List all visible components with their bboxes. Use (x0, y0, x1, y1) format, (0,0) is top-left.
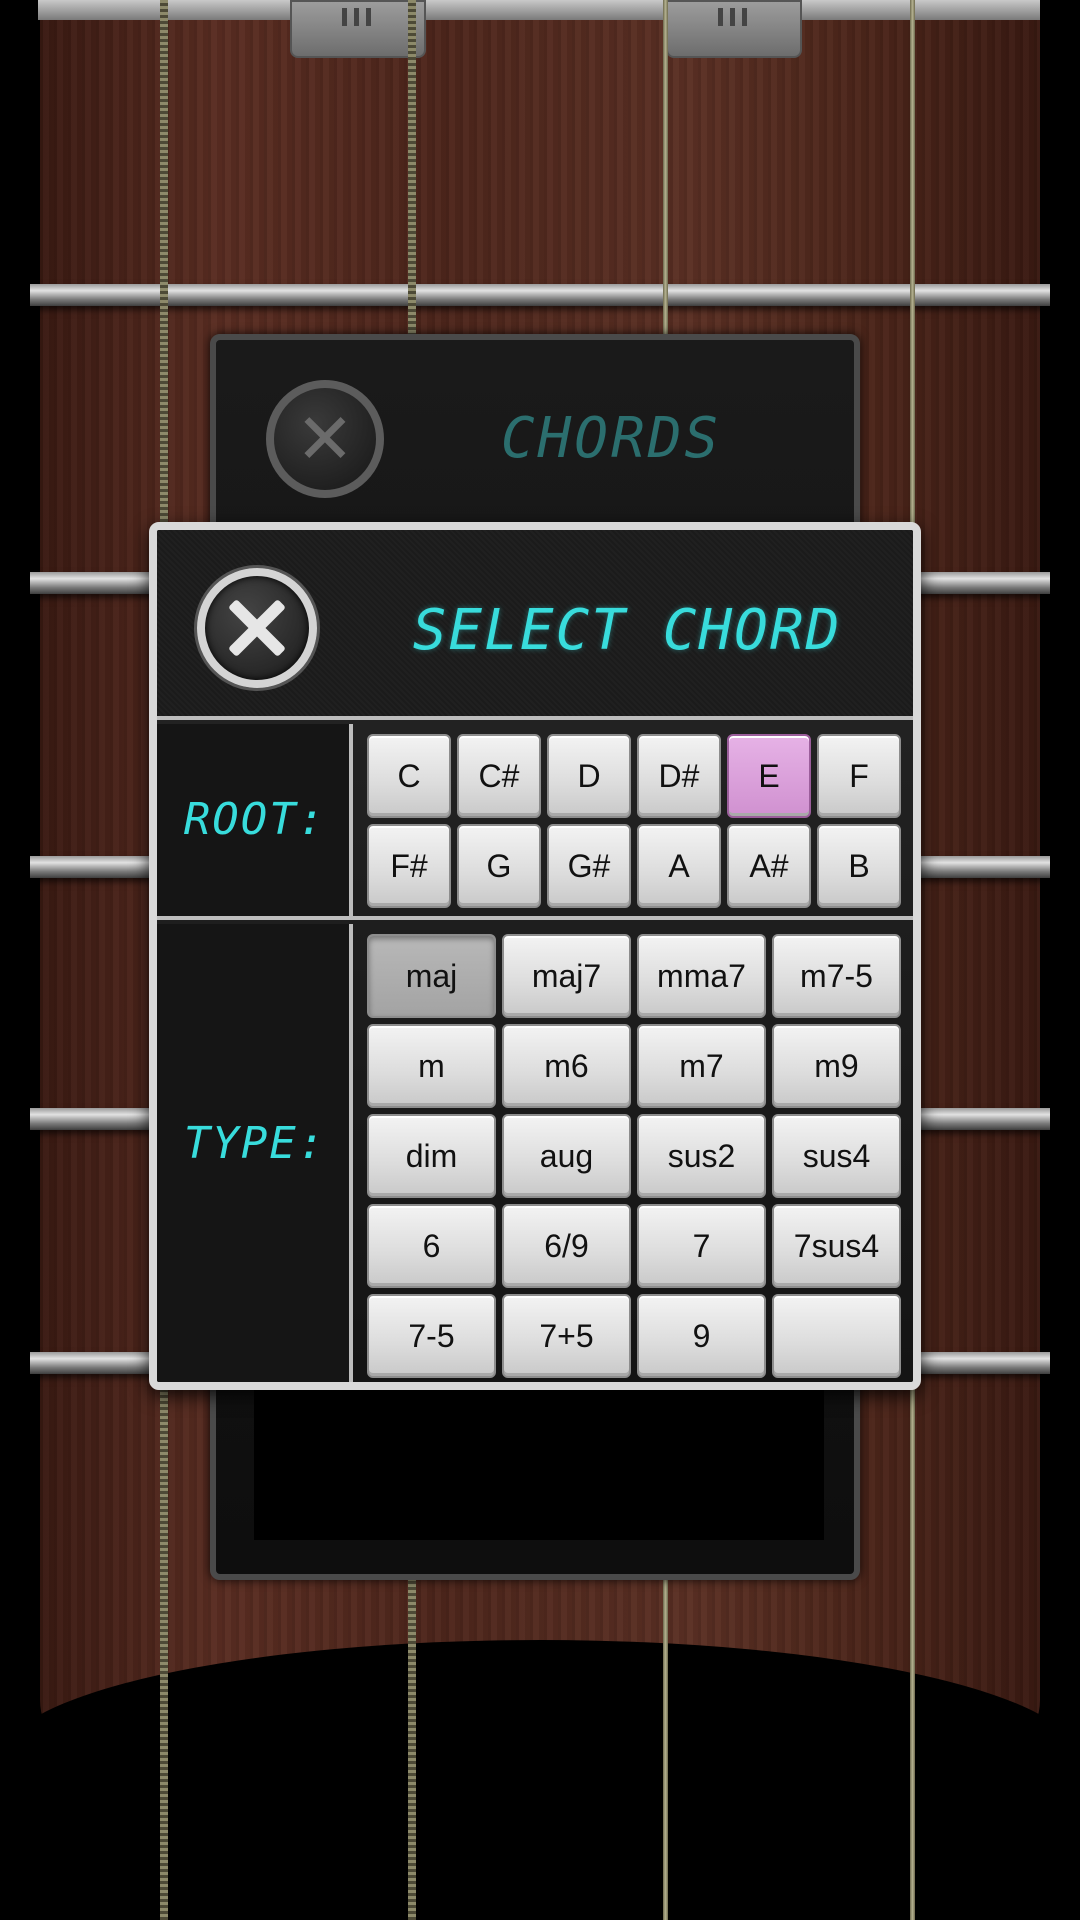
root-note-button[interactable]: A# (727, 824, 811, 908)
root-section: ROOT: C C# D D# E F F# G G# A A# B (157, 724, 913, 920)
root-note-button[interactable]: F (817, 734, 901, 818)
chord-type-grid: maj maj7 mma7 m7-5 m m6 m7 m9 dim aug sus2 sus4 6 6/9… (367, 934, 901, 1378)
root-note-button[interactable]: G (457, 824, 541, 908)
root-note-grid: C C# D D# E F F# G G# A A# B (367, 734, 901, 908)
root-note-button[interactable]: C# (457, 734, 541, 818)
root-note-button[interactable]: A (637, 824, 721, 908)
root-note-button[interactable]: D# (637, 734, 721, 818)
empty-type-button[interactable] (772, 1294, 901, 1378)
root-note-button[interactable]: C (367, 734, 451, 818)
chord-type-button[interactable]: 7+5 (502, 1294, 631, 1378)
chord-type-button[interactable]: m7 (637, 1024, 766, 1108)
chord-type-button[interactable]: 7-5 (367, 1294, 496, 1378)
tuning-peg (290, 0, 426, 58)
chords-close-button[interactable]: ✕ (266, 380, 384, 498)
chord-type-button[interactable]: m (367, 1024, 496, 1108)
chord-type-button[interactable]: maj (367, 934, 496, 1018)
root-note-button[interactable]: G# (547, 824, 631, 908)
chord-type-button[interactable]: sus2 (637, 1114, 766, 1198)
root-note-button[interactable]: B (817, 824, 901, 908)
type-section: TYPE: maj maj7 mma7 m7-5 m m6 m7 m9 dim aug sus2 su… (157, 924, 913, 1382)
fret (30, 284, 1050, 306)
chord-type-button[interactable]: 6/9 (502, 1204, 631, 1288)
chord-type-button[interactable]: m6 (502, 1024, 631, 1108)
chord-type-button[interactable]: dim (367, 1114, 496, 1198)
chord-type-button[interactable]: 7 (637, 1204, 766, 1288)
chord-type-button[interactable]: sus4 (772, 1114, 901, 1198)
close-icon (205, 576, 309, 680)
root-note-button[interactable]: F# (367, 824, 451, 908)
select-chord-dialog: SELECT CHORD ROOT: C C# D D# E F F# G G# A A# B TYP… (149, 522, 921, 1390)
root-note-button[interactable]: E (727, 734, 811, 818)
chords-panel-window (254, 1390, 824, 1540)
chord-type-button[interactable]: m9 (772, 1024, 901, 1108)
chord-type-button[interactable]: 7sus4 (772, 1204, 901, 1288)
root-label: ROOT: (183, 794, 327, 845)
chord-type-button[interactable]: 6 (367, 1204, 496, 1288)
chord-type-button[interactable]: mma7 (637, 934, 766, 1018)
dialog-title: SELECT CHORD (412, 598, 842, 663)
close-icon: ✕ (295, 398, 355, 480)
chord-type-button[interactable]: maj7 (502, 934, 631, 1018)
close-dialog-button[interactable] (197, 568, 317, 688)
type-label: TYPE: (183, 1118, 327, 1169)
guitar-nut (38, 0, 1040, 20)
chord-type-button[interactable]: m7-5 (772, 934, 901, 1018)
chord-type-button[interactable]: aug (502, 1114, 631, 1198)
root-label-cell: ROOT: (157, 724, 353, 916)
tuning-peg (666, 0, 802, 58)
chords-title: CHORDS (500, 406, 722, 471)
root-note-button[interactable]: D (547, 734, 631, 818)
dialog-header: SELECT CHORD (157, 530, 913, 720)
type-label-cell: TYPE: (157, 924, 353, 1382)
chord-type-button[interactable]: 9 (637, 1294, 766, 1378)
